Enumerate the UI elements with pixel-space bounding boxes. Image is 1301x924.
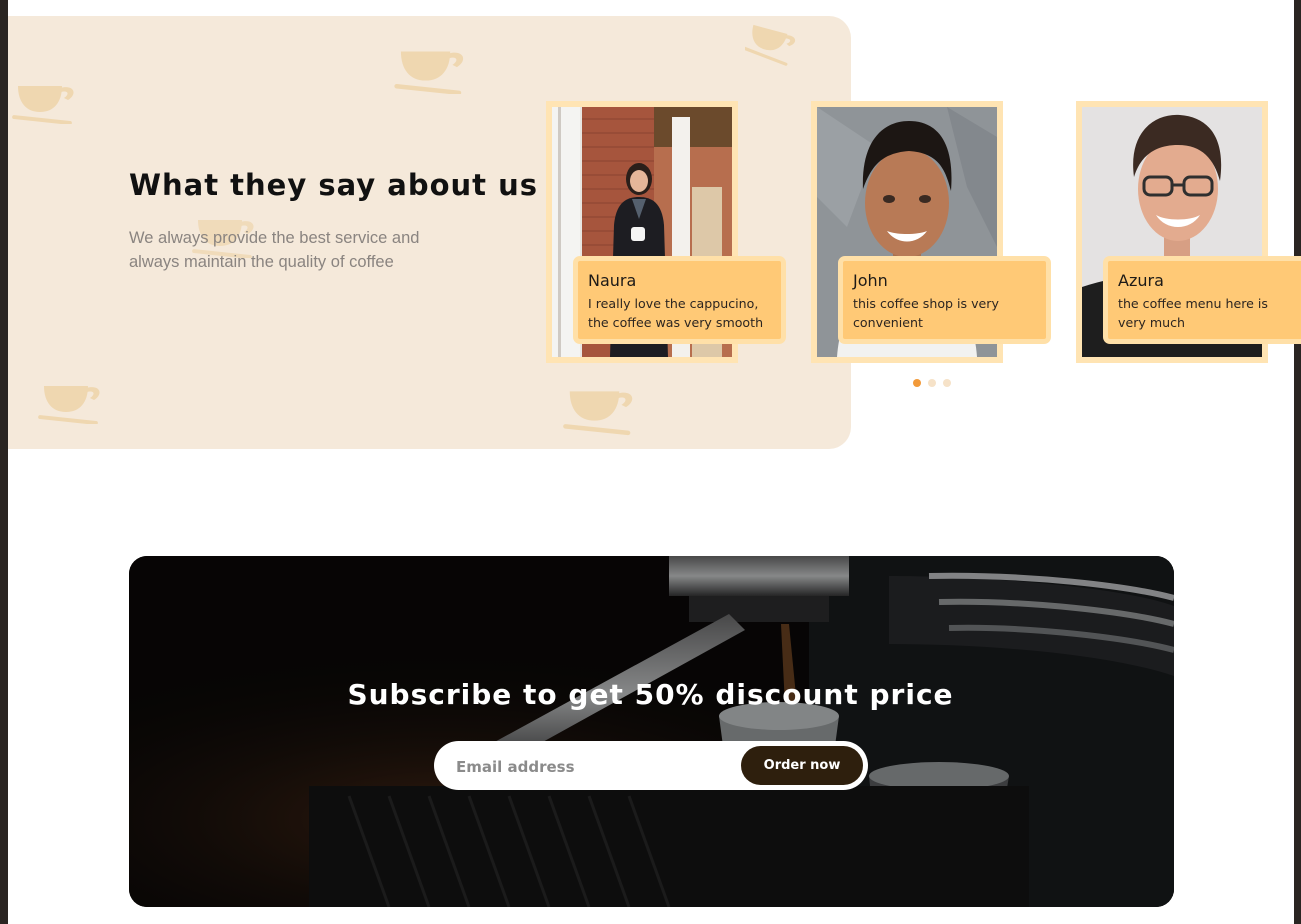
order-now-button[interactable]: Order now — [741, 746, 863, 785]
testimonials-subtitle: We always provide the best service and a… — [129, 229, 420, 271]
coffee-cup-icon — [394, 38, 484, 94]
testimonials-title: What they say about us — [129, 168, 539, 202]
pagination-dot-2[interactable] — [928, 379, 936, 387]
coffee-cup-icon — [563, 376, 653, 436]
customer-name: Azura — [1118, 271, 1164, 290]
coffee-cup-icon — [745, 18, 809, 66]
customer-quote: the coffee menu here is very much — [1118, 296, 1268, 330]
customer-quote: this coffee shop is very convenient — [853, 296, 999, 330]
subscribe-banner — [129, 556, 1174, 907]
coffee-cup-icon — [38, 374, 118, 424]
coffee-cup-icon — [12, 74, 92, 124]
customer-quote: I really love the cappucino, the coffee … — [588, 296, 764, 330]
testimonial-quote-john: John this coffee shop is very convenient — [838, 256, 1051, 344]
window-edge-left — [0, 0, 8, 924]
window-edge-right — [1294, 0, 1301, 924]
email-input[interactable] — [454, 752, 738, 781]
testimonial-quote-azura: Azura the coffee menu here is very much — [1103, 256, 1301, 344]
testimonial-quote-naura: Naura I really love the cappucino, the c… — [573, 256, 786, 344]
espresso-machine-image — [129, 556, 1174, 907]
customer-name: Naura — [588, 271, 637, 290]
pagination-dot-1[interactable] — [913, 379, 921, 387]
subscribe-form: Order now — [434, 741, 868, 790]
pagination-dot-3[interactable] — [943, 379, 951, 387]
subscribe-title: Subscribe to get 50% discount price — [347, 678, 954, 711]
customer-name: John — [853, 271, 888, 290]
